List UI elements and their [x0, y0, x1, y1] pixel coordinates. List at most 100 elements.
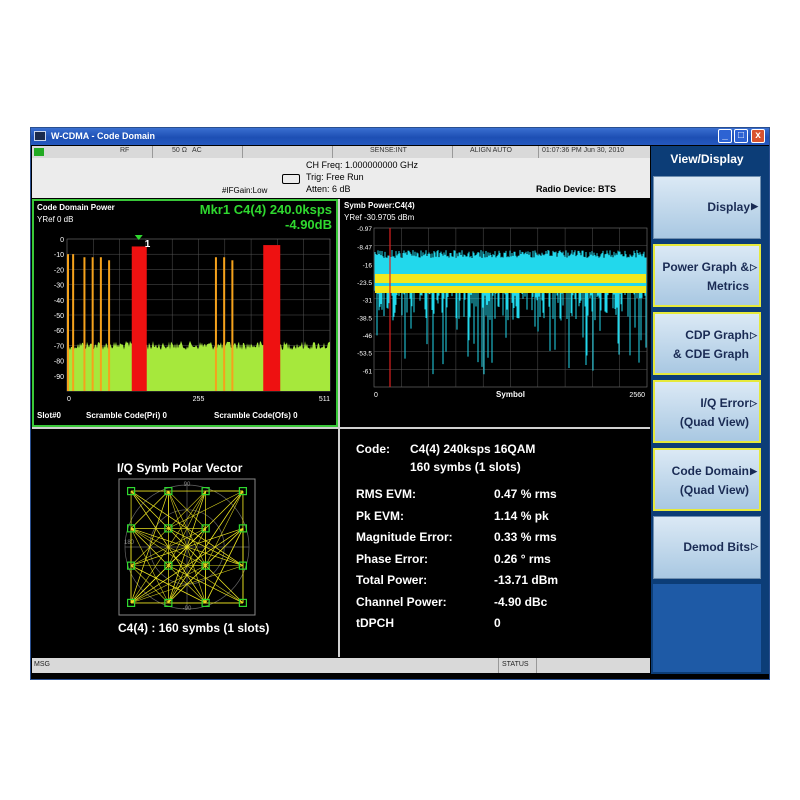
ifgain-label: #IFGain:Low — [222, 186, 268, 195]
softkey-4[interactable]: I/Q Error (Quad View) ▷ — [653, 380, 761, 443]
metric-value: 0.33 % rms — [494, 530, 557, 544]
symb-y-tick: -8.47 — [357, 245, 372, 252]
symb-y-tick: -38.5 — [357, 315, 372, 322]
symb-y-tick: -46 — [363, 333, 373, 340]
metric-label: Pk EVM: — [356, 508, 405, 523]
cdp-y-tick: -50 — [54, 313, 64, 320]
symbol-power-graph[interactable]: -0.97-8.47-16-23.5-31-38.5-46-53.5-610 Sy… — [340, 199, 651, 427]
metric-value: -13.71 dBm — [494, 573, 559, 587]
cdp-bar — [91, 257, 94, 391]
softkey-label-line1: I/Q Error — [700, 396, 749, 410]
symb-y-tick: -23.5 — [357, 280, 372, 287]
polar-vector-panel[interactable]: I/Q Symb Polar Vector 90 180 -90 C4(4) : 1… — [32, 429, 338, 657]
code-sub: 160 symbs (1 slots) — [410, 460, 521, 474]
cdp-y-tick: 0 — [60, 237, 64, 244]
cdp-bar — [131, 246, 147, 391]
polar-title: I/Q Symb Polar Vector — [117, 461, 243, 475]
softkey-label-line2: (Quad View) — [679, 483, 749, 497]
code-value: C4(4) 240ksps 16QAM — [410, 442, 536, 456]
cdp-bar — [231, 260, 234, 391]
cdp-y-tick: -70 — [54, 343, 64, 350]
msg-label: MSG — [34, 661, 50, 668]
sense-indicator: SENSE:INT — [370, 147, 407, 154]
softkey-arrow-icon: ▷ — [750, 398, 757, 408]
symb-x-tick: 0 — [374, 392, 378, 399]
trig-mode: Trig: Free Run — [306, 172, 364, 182]
metric-label: Channel Power: — [356, 594, 447, 609]
radio-device: Radio Device: BTS — [536, 184, 617, 194]
cdp-graph[interactable]: 1 0 -10 -20 -30 -40 -50 -60 -70 -80 -90 0 255 511 — [34, 201, 336, 425]
title-bar: W-CDMA - Code Domain _ □ x — [31, 128, 769, 145]
cdp-bar — [223, 257, 226, 391]
metrics-panel: Code: C4(4) 240ksps 16QAM 160 symbs (1 s… — [340, 429, 651, 657]
metric-value: 0.47 % rms — [494, 487, 557, 501]
metric-value: 1.14 % pk — [494, 508, 549, 523]
symb-y-tick: -16 — [363, 262, 373, 269]
coupling-indicator: AC — [192, 147, 202, 154]
scramble-code-ofs: Scramble Code(Ofs) 0 — [214, 411, 298, 420]
cdp-y-tick: -40 — [54, 298, 64, 305]
cdp-y-tick: -30 — [54, 283, 64, 290]
status-led-icon — [34, 148, 44, 156]
window-title: W-CDMA - Code Domain — [51, 131, 155, 141]
code-domain-power-panel[interactable]: Code Domain Power YRef 0 dB Mkr1 C4(4) 2… — [32, 199, 338, 427]
softkey-2[interactable]: Power Graph & Metrics ▷ — [653, 244, 761, 307]
maximize-button[interactable]: □ — [734, 129, 748, 143]
softkey-empty — [653, 584, 761, 672]
symb-y-tick: -53.5 — [357, 351, 372, 358]
cdp-y-tick: -20 — [54, 267, 64, 274]
softkey-label-line1: CDP Graph — [685, 328, 749, 342]
cdp-x-tick: 255 — [193, 396, 205, 403]
rf-indicator: RF — [120, 147, 130, 154]
status-row: RF 50 Ω AC SENSE:INT ALIGN AUTO 01:07:36… — [32, 146, 650, 158]
metric-value: -4.90 dBc — [494, 594, 548, 609]
polar-vector-graph[interactable]: 90 180 -90 — [115, 477, 259, 617]
symbol-power-panel[interactable]: Symb Power:C4(4) YRef -30.9705 dBm -0.97… — [340, 199, 651, 427]
softkey-label-line2: & CDE Graph — [672, 347, 749, 361]
softkey-1[interactable]: Display ▶ — [653, 176, 761, 239]
cdp-x-tick: 0 — [67, 396, 71, 403]
ch-freq: CH Freq: 1.000000000 GHz — [306, 160, 419, 170]
scramble-code-pri: Scramble Code(Pri) 0 — [86, 411, 167, 420]
align-indicator: ALIGN AUTO — [470, 147, 512, 154]
metric-value: 0.26 ° rms — [494, 551, 551, 566]
metric-label: Magnitude Error: — [356, 530, 453, 544]
softkey-5[interactable]: Code Domain (Quad View) ▶ — [653, 448, 761, 511]
cdp-bar — [99, 257, 102, 391]
softkey-3[interactable]: CDP Graph & CDE Graph ▷ — [653, 312, 761, 375]
status-label: STATUS — [502, 661, 529, 668]
cdp-bar — [108, 260, 111, 391]
metric-label: RMS EVM: — [356, 487, 416, 501]
cdp-x-tick: 511 — [319, 396, 330, 403]
impedance-indicator: 50 Ω — [172, 147, 187, 154]
softkey-label-line1: Code Domain — [671, 464, 749, 478]
cdp-bar — [263, 245, 281, 391]
cdp-bar — [67, 254, 69, 391]
cdp-y-tick: -10 — [54, 252, 64, 259]
app-icon — [34, 131, 46, 141]
metric-label: Phase Error: — [356, 551, 429, 566]
measurement-info: #IFGain:Low CH Freq: 1.000000000 GHz Tri… — [32, 158, 650, 198]
softkey-label-line1: Demod Bits — [683, 540, 750, 554]
softkey-arrow-icon: ▷ — [750, 262, 757, 272]
minimize-button[interactable]: _ — [718, 129, 732, 143]
polar-label-90: 90 — [184, 482, 191, 488]
softkey-panel: View/Display Display ▶ Power Graph & Metric… — [651, 146, 769, 674]
softkey-label-line2: Metrics — [706, 279, 749, 293]
softkey-label-line1: Power Graph & — [662, 260, 749, 274]
softkey-label-line1: Display — [707, 200, 750, 214]
polar-footer: C4(4) : 160 symbs (1 slots) — [118, 621, 270, 635]
cdp-bar — [83, 257, 86, 391]
softkey-6[interactable]: Demod Bits ▷ — [653, 516, 761, 579]
menu-title: View/Display — [651, 146, 763, 174]
symb-x-tick: Symbol — [496, 390, 525, 399]
cdp-y-tick: -90 — [54, 374, 64, 381]
softkey-arrow-icon: ▷ — [751, 541, 758, 551]
softkey-arrow-icon: ▶ — [751, 201, 758, 211]
cdp-bar — [72, 254, 75, 391]
datetime: 01:07:36 PM Jun 30, 2010 — [542, 147, 625, 154]
cdp-y-tick: -60 — [54, 328, 64, 335]
metric-label: tDPCH — [356, 616, 394, 630]
close-button[interactable]: x — [751, 129, 765, 143]
code-label: Code: — [356, 442, 390, 456]
